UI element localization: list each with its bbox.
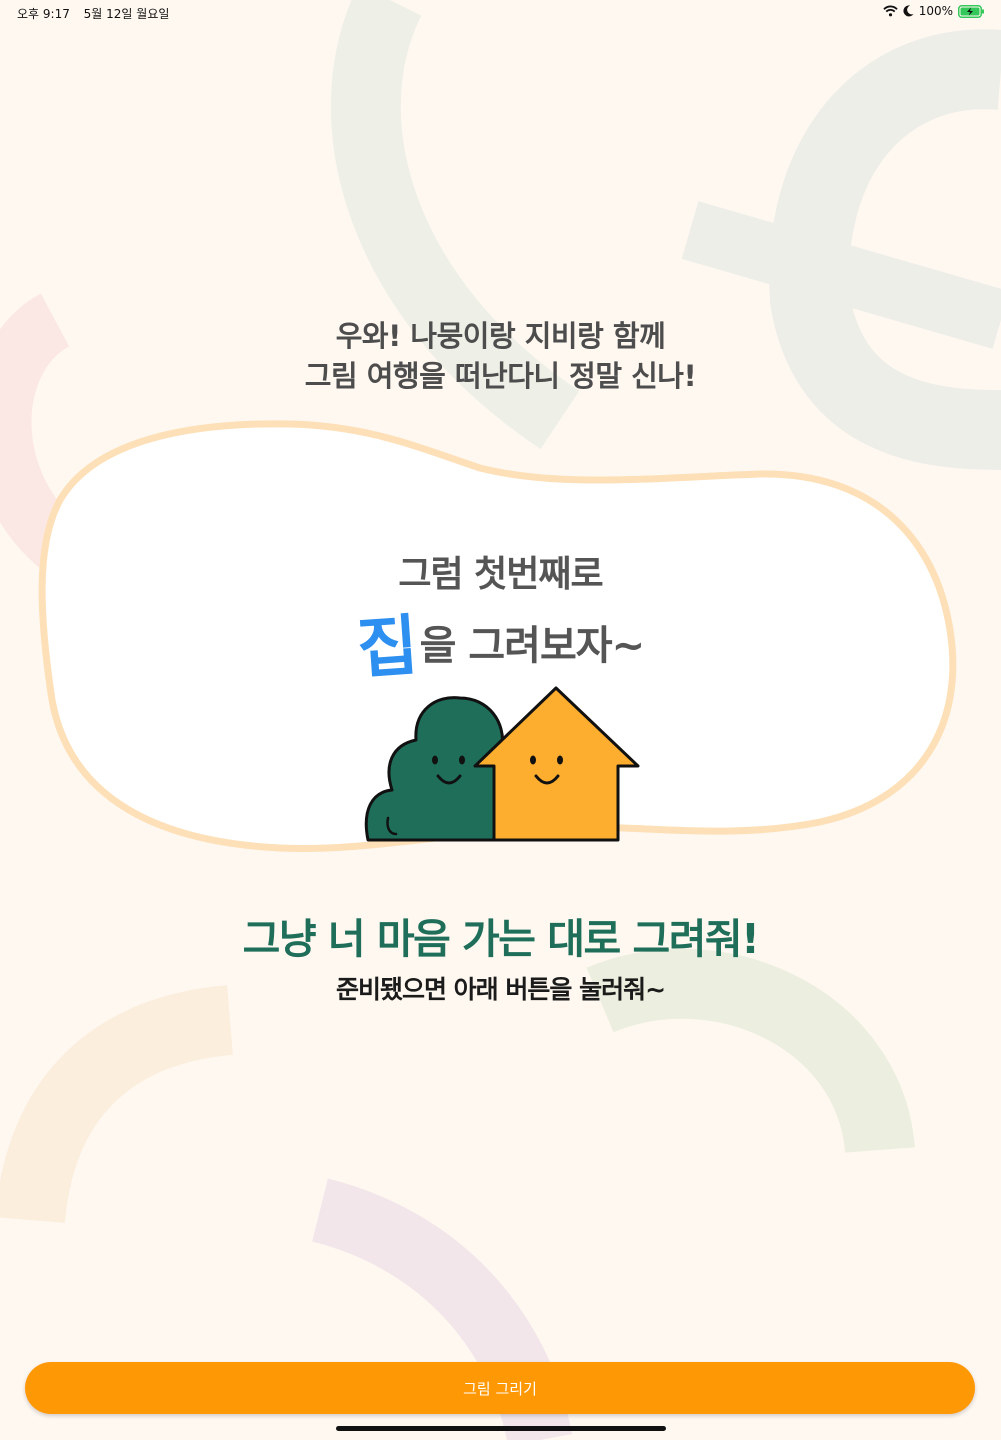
prompt-line-2-rest: 을 그려보자~ <box>419 623 645 669</box>
intro-line-2: 그림 여행을 떠난다니 정말 신나! <box>304 359 697 393</box>
status-bar: 오후 9:17 5월 12일 월요일 100% <box>0 0 1001 26</box>
headline: 그냥 너 마음 가는 대로 그려줘! <box>242 915 760 963</box>
battery-percent: 100% <box>918 4 953 18</box>
subline: 준비됐으면 아래 버튼을 눌러줘~ <box>335 975 666 1004</box>
battery-charging-icon <box>958 4 985 18</box>
prompt-highlight-word: 집 <box>354 607 419 688</box>
status-time: 오후 9:17 <box>17 7 70 21</box>
start-drawing-button[interactable]: 그림 그리기 <box>25 1362 975 1414</box>
intro-text: 우와! 나뭉이랑 지비랑 함께 그림 여행을 떠난다니 정말 신나! <box>0 316 1001 396</box>
tree-character <box>364 696 510 842</box>
home-indicator[interactable] <box>336 1426 666 1431</box>
house-character <box>473 686 640 842</box>
intro-line-1: 우와! 나뭉이랑 지비랑 함께 <box>335 319 666 353</box>
wifi-icon <box>883 5 898 17</box>
prompt-line-1: 그럼 첫번째로 <box>398 554 603 595</box>
moon-icon <box>903 5 914 17</box>
status-date: 5월 12일 월요일 <box>83 7 170 21</box>
prompt-line-2: 집을 그려보자~ <box>0 594 1001 690</box>
tree-and-house-illustration <box>364 686 640 842</box>
